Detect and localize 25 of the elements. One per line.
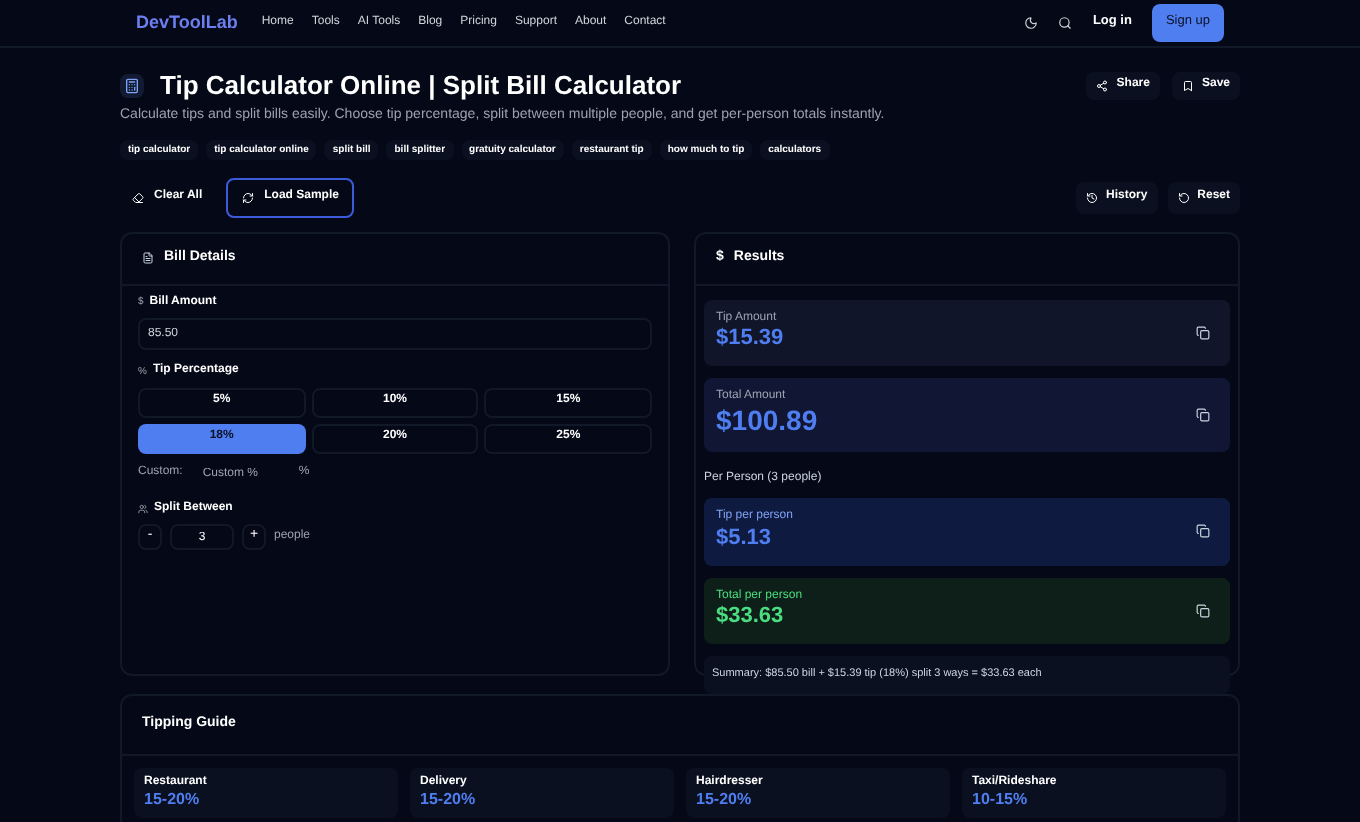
result-value: $15.39: [716, 326, 784, 354]
guide-item-range: 15-20%: [144, 790, 202, 810]
history-icon: [1085, 192, 1098, 204]
guide-item-range: 15-20%: [420, 790, 478, 810]
copy-icon[interactable]: [1196, 603, 1210, 618]
result-value: $33.63: [716, 604, 786, 632]
calculator-icon: [120, 74, 144, 99]
copy-icon[interactable]: [1196, 524, 1210, 539]
copy-icon[interactable]: [1196, 407, 1210, 422]
result-value: $100.89: [716, 404, 818, 440]
people-icon: [138, 503, 148, 514]
search-icon[interactable]: [1058, 16, 1073, 30]
result-value: $5.13: [716, 525, 774, 553]
share-icon: [1096, 80, 1109, 93]
bookmark-icon: [1181, 80, 1194, 93]
copy-icon[interactable]: [1196, 325, 1210, 340]
reset-icon: [1177, 192, 1190, 204]
page-title: Tip Calculator Online | Split Bill Calculator: [160, 70, 682, 103]
eraser-icon: [132, 192, 144, 204]
receipt-icon: [142, 252, 154, 265]
theme-toggle-icon[interactable]: [1024, 16, 1039, 30]
refresh-icon: [242, 192, 255, 204]
guide-item-range: 10-15%: [972, 790, 1030, 810]
guide-item-range: 15-20%: [696, 790, 754, 810]
logo[interactable]: DevToolLab: [136, 11, 238, 35]
